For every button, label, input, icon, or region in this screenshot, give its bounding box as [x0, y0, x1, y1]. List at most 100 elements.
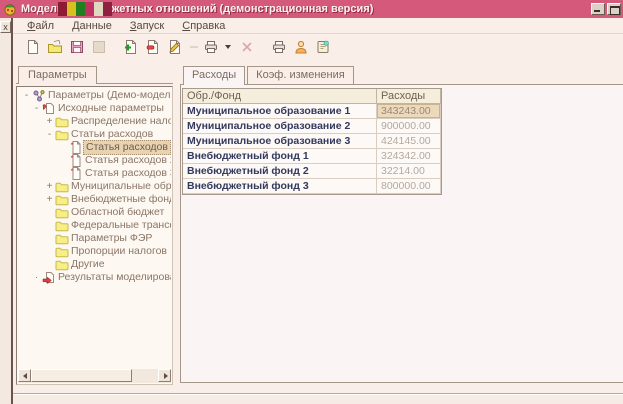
tree-item[interactable]: Параметры ФЭР [18, 232, 171, 245]
tab-change-coeffs[interactable]: Коэф. изменения [247, 66, 354, 84]
print-dropdown-icon[interactable] [201, 37, 221, 57]
strip-close-button[interactable]: x [0, 21, 11, 33]
scroll-thumb[interactable] [31, 369, 132, 382]
menu-help[interactable]: Справка [174, 19, 233, 33]
tree-item[interactable]: Областной бюджет [18, 206, 171, 219]
open-folder-icon[interactable] [45, 37, 65, 57]
background-window-strip: x [0, 18, 11, 404]
tree-item-label: Пропорции налогов [69, 245, 169, 258]
folder-icon [54, 258, 69, 271]
tree-marker[interactable]: · [32, 271, 41, 284]
entity-name-cell[interactable]: Муниципальное образование 1 [183, 104, 377, 119]
tree-item[interactable]: - Параметры (Демо-модель-2) [18, 89, 171, 102]
tree-item[interactable]: Другие [18, 258, 171, 271]
add-record-icon[interactable] [121, 37, 141, 57]
menu-data[interactable]: Данные [64, 19, 120, 33]
scroll-left-button[interactable] [18, 369, 31, 382]
expense-value-cell[interactable]: 324342.00 [377, 149, 441, 164]
new-document-icon[interactable] [23, 37, 43, 57]
collapse-icon[interactable]: - [22, 89, 31, 102]
tree-item[interactable]: - Исходные параметры [18, 102, 171, 115]
folder-icon [54, 245, 69, 258]
tree-item-label: Распределение налогов [69, 115, 171, 128]
tree-item[interactable]: · Результаты моделирования [18, 271, 171, 284]
menu-run[interactable]: Запуск [122, 19, 172, 33]
expand-icon[interactable]: + [45, 180, 54, 193]
column-header[interactable]: Расходы [377, 89, 441, 104]
menu-file[interactable]: Файл [19, 19, 62, 33]
tab-expenses[interactable]: Расходы [183, 66, 245, 84]
table-row: Внебюджетный фонд 3800000.00 [183, 179, 441, 194]
entity-name-cell[interactable]: Внебюджетный фонд 2 [183, 164, 377, 179]
tree-item[interactable]: + Распределение налогов [18, 115, 171, 128]
entity-name-cell[interactable]: Внебюджетный фонд 1 [183, 149, 377, 164]
toolbar [13, 35, 623, 59]
expense-value-cell-selected[interactable]: 343243.00 [377, 104, 441, 119]
expense-value-cell[interactable]: 424145.00 [377, 134, 441, 149]
expense-value-cell[interactable]: 900000.00 [377, 119, 441, 134]
main-window: ФайлДанныеЗапускСправка Параметры -Парам… [11, 18, 623, 404]
tree-item[interactable]: + Муниципальные образования [18, 180, 171, 193]
delete-record-icon[interactable] [143, 37, 163, 57]
expense-value-cell[interactable]: 32214.00 [377, 164, 441, 179]
folder-icon [54, 219, 69, 232]
user-icon[interactable] [291, 37, 311, 57]
folder-icon [54, 128, 69, 141]
folder-icon [54, 115, 69, 128]
folder-icon [54, 193, 69, 206]
tree-item[interactable]: Статья расходов 1 [18, 141, 171, 154]
cancel-x-icon [237, 37, 257, 57]
tree-item-label: Параметры (Демо-модель-2) [46, 89, 171, 102]
printer-icon[interactable] [269, 37, 289, 57]
render-artifact [58, 2, 112, 16]
tree-item-label: Статья расходов 3 [83, 167, 171, 180]
entity-name-cell[interactable]: Муниципальное образование 3 [183, 134, 377, 149]
doc-icon [68, 141, 83, 154]
app-icon [3, 2, 17, 16]
maximize-button[interactable] [607, 3, 621, 15]
tree-item-label: Статья расходов 2 [83, 154, 171, 167]
entity-name-cell[interactable]: Муниципальное образование 2 [183, 119, 377, 134]
tree-item[interactable]: Пропорции налогов [18, 245, 171, 258]
save-icon[interactable] [67, 37, 87, 57]
expenses-panel: Обр./ФондРасходыМуниципальное образовани… [180, 84, 623, 383]
folder-icon [54, 206, 69, 219]
toolbar-separator [187, 37, 201, 57]
tree-item[interactable]: Федеральные трансферты [18, 219, 171, 232]
doc-icon [68, 154, 83, 167]
entity-name-cell[interactable]: Внебюджетный фонд 3 [183, 179, 377, 194]
tab-parameters[interactable]: Параметры [18, 66, 97, 84]
placeholder-icon [89, 37, 109, 57]
expense-value-cell[interactable]: 800000.00 [377, 179, 441, 194]
minimize-button[interactable] [591, 3, 605, 15]
scroll-right-button[interactable] [158, 369, 171, 382]
status-bar [13, 393, 623, 404]
tree-item-label: Муниципальные образования [69, 180, 171, 193]
expenses-table: Обр./ФондРасходыМуниципальное образовани… [182, 88, 442, 195]
folder-icon [54, 232, 69, 245]
tree-item-label: Статья расходов 1 [83, 140, 171, 155]
collapse-icon[interactable]: - [32, 102, 41, 115]
tree-item-label: Областной бюджет [69, 206, 166, 219]
folder-icon [54, 180, 69, 193]
results-icon [41, 271, 56, 284]
tree-item-label: Исходные параметры [56, 102, 166, 115]
tree-item-label: Внебюджетные фонды [69, 193, 171, 206]
tree-item-label: Результаты моделирования [56, 271, 171, 284]
tree-item[interactable]: + Внебюджетные фонды [18, 193, 171, 206]
tree-item[interactable]: Статья расходов 2 [18, 154, 171, 167]
help-book-icon[interactable] [313, 37, 333, 57]
table-header-row: Обр./ФондРасходы [183, 89, 441, 104]
column-header[interactable]: Обр./Фонд [183, 89, 377, 104]
collapse-icon[interactable]: - [45, 128, 54, 141]
toolbar-separator [111, 37, 121, 57]
expand-icon[interactable]: + [45, 193, 54, 206]
toolbar-separator [259, 37, 269, 57]
tree-horizontal-scrollbar[interactable] [18, 369, 171, 383]
tree-item[interactable]: Статья расходов 3 [18, 167, 171, 180]
edit-record-icon[interactable] [165, 37, 185, 57]
expand-icon[interactable]: + [45, 115, 54, 128]
print-options-dropdown-icon[interactable] [225, 45, 231, 49]
parameters-tree-panel: -Параметры (Демо-модель-2)-Исходные пара… [16, 86, 173, 385]
table-row: Внебюджетный фонд 1324342.00 [183, 149, 441, 164]
